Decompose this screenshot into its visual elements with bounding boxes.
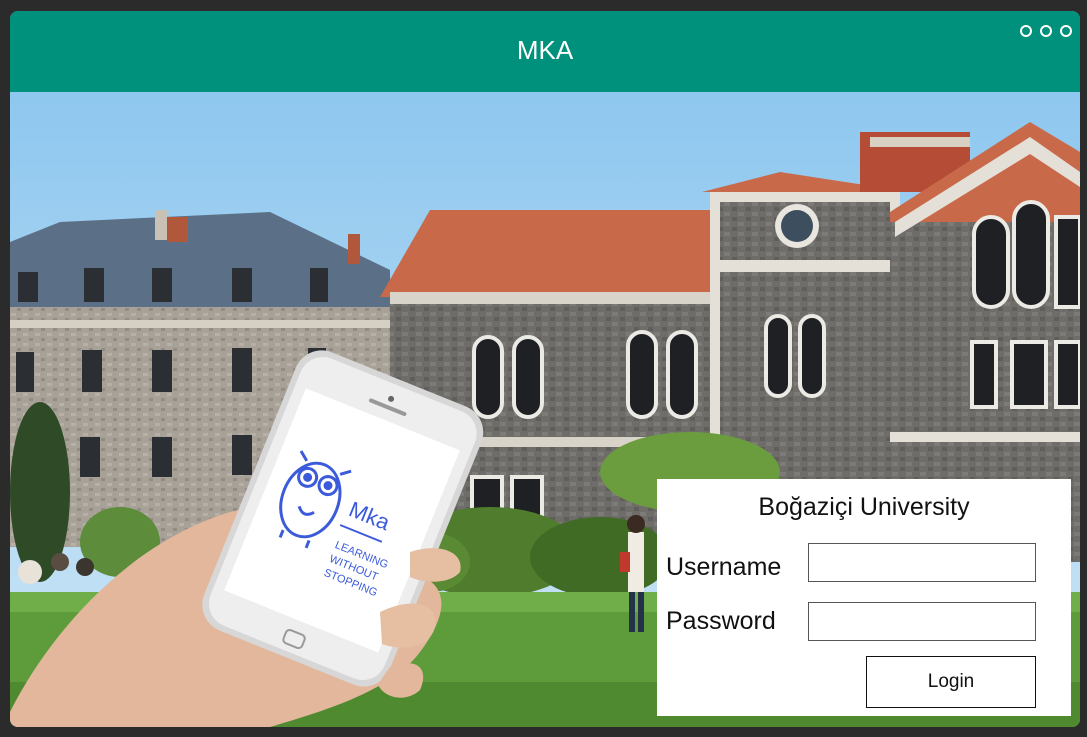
- username-input[interactable]: [808, 543, 1036, 582]
- password-input[interactable]: [808, 602, 1036, 641]
- window-control-circle-icon[interactable]: [1040, 25, 1052, 37]
- login-button[interactable]: Login: [866, 656, 1036, 708]
- university-title: Boğaziçi University: [758, 493, 970, 521]
- username-label: Username: [666, 553, 782, 581]
- app-window: MKA Mka LEARNING WITHOUT STOPPING Boğazi…: [10, 11, 1080, 727]
- window-control-circle-icon[interactable]: [1020, 25, 1032, 37]
- window-controls: [1020, 25, 1072, 37]
- window-title: MKA: [516, 35, 574, 65]
- window-control-circle-icon[interactable]: [1060, 25, 1072, 37]
- password-label: Password: [666, 607, 776, 635]
- login-panel: Boğaziçi University Username Password Lo…: [657, 479, 1071, 716]
- title-bar: MKA: [10, 11, 1080, 92]
